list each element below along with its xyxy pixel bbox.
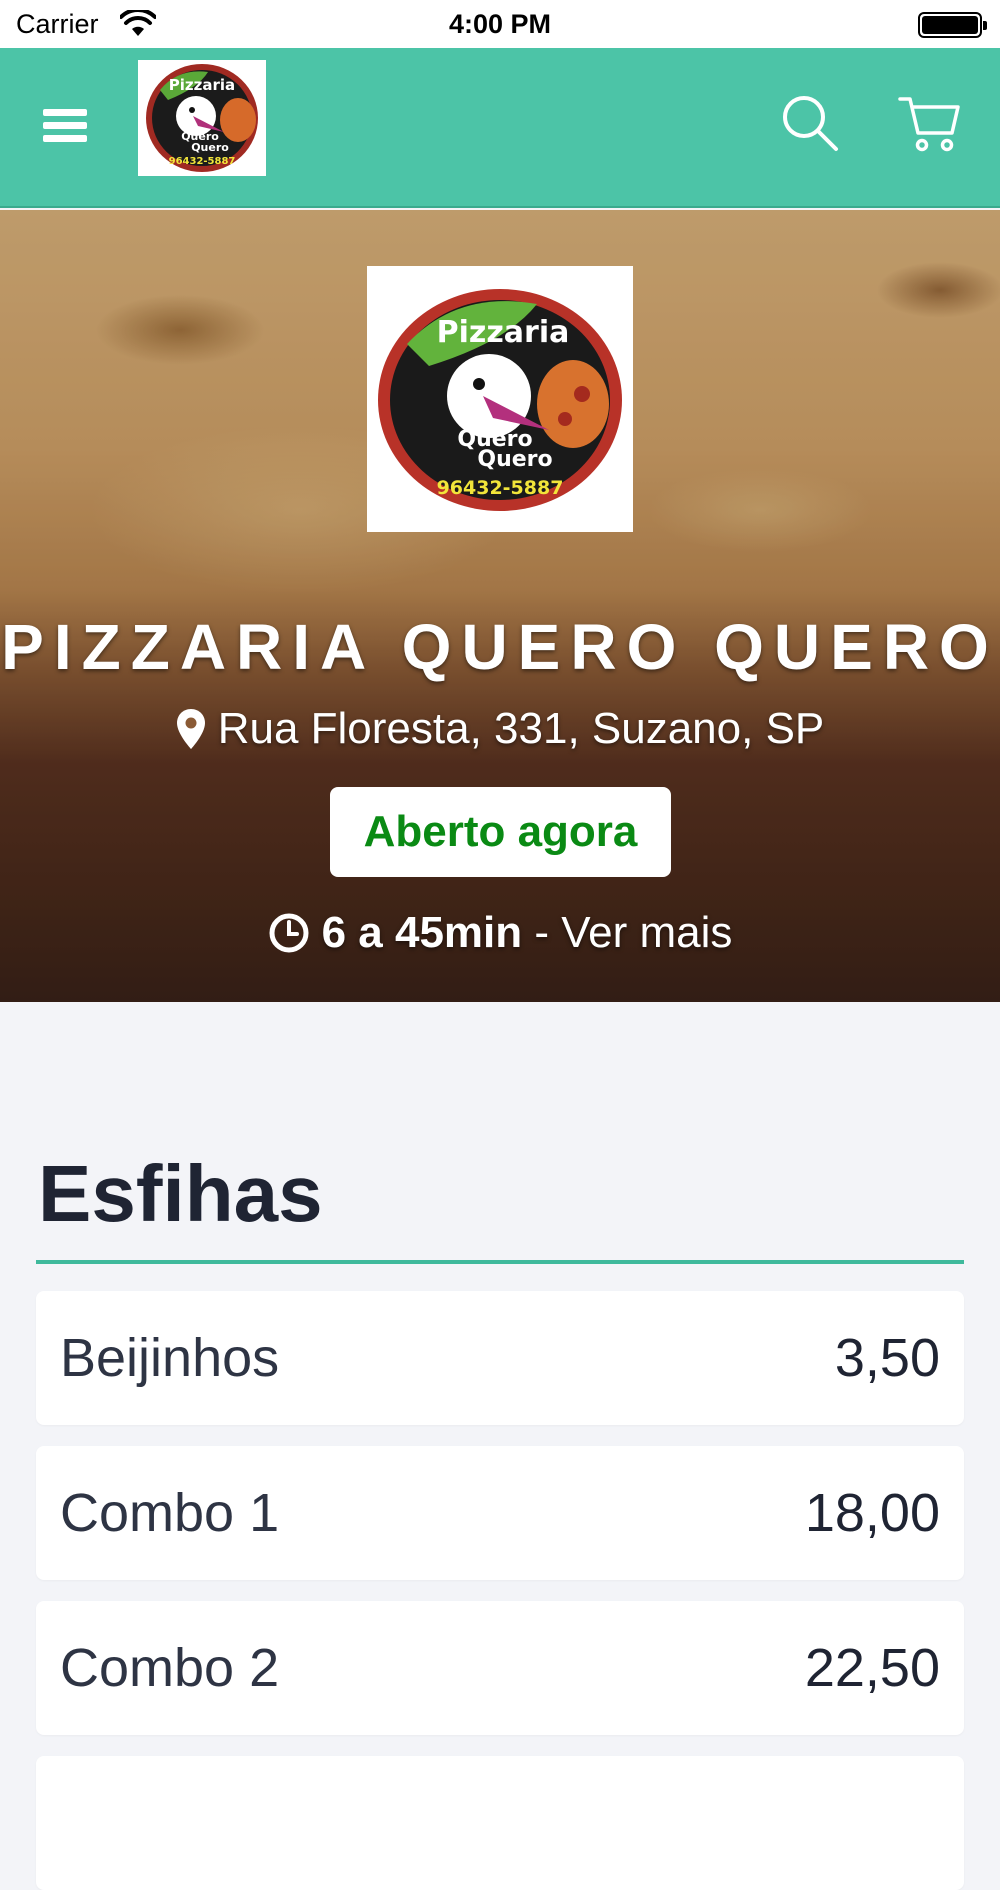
- store-name: PIZZARIA QUERO QUERO: [1, 611, 999, 683]
- menu-item-name: Combo 1: [60, 1483, 280, 1543]
- logo-image: Pizzaria Quero Quero 96432-5887: [146, 64, 258, 172]
- svg-text:96432-5887: 96432-5887: [169, 156, 236, 167]
- battery-icon: [918, 12, 987, 38]
- clock-icon: [269, 913, 309, 953]
- svg-text:Pizzaria: Pizzaria: [437, 315, 570, 350]
- svg-text:Quero: Quero: [477, 447, 552, 472]
- menu-item-name: Combo 2: [60, 1638, 280, 1698]
- menu-button[interactable]: [34, 98, 96, 152]
- delivery-time: 6 a 45min: [321, 908, 523, 957]
- store-logo-image: Pizzaria Quero Quero 96432-5887: [378, 289, 622, 511]
- store-hero: Pizzaria Quero Quero 96432-5887 PIZZARIA…: [0, 210, 1000, 1002]
- svg-text:96432-5887: 96432-5887: [437, 477, 564, 499]
- search-button[interactable]: [780, 93, 840, 153]
- clock: 4:00 PM: [448, 9, 552, 39]
- svg-text:Pizzaria: Pizzaria: [169, 76, 235, 94]
- menu-item[interactable]: Beijinhos 3,50: [36, 1291, 964, 1425]
- menu-item-price: 22,50: [804, 1638, 940, 1698]
- menu-item[interactable]: Combo 2 22,50: [36, 1601, 964, 1735]
- menu-item-partial[interactable]: [36, 1756, 964, 1890]
- search-icon: [783, 96, 838, 151]
- cart-icon: [898, 97, 960, 152]
- status-badge: Aberto agora: [330, 787, 671, 877]
- location-pin-icon: [176, 709, 205, 749]
- menu-icon: [43, 108, 87, 116]
- store-logo: Pizzaria Quero Quero 96432-5887: [367, 266, 633, 532]
- menu-item-price: 18,00: [804, 1483, 940, 1543]
- delivery-time-link[interactable]: 6 a 45min - Ver mais: [0, 908, 1000, 958]
- cart-button[interactable]: [898, 93, 962, 153]
- header-logo[interactable]: Pizzaria Quero Quero 96432-5887: [138, 60, 266, 176]
- section-title: Esfihas: [38, 1149, 323, 1238]
- see-more-link[interactable]: Ver mais: [561, 908, 732, 957]
- menu-item-price: 3,50: [834, 1328, 940, 1388]
- menu-item-name: Beijinhos: [60, 1328, 280, 1388]
- address-text: Rua Floresta, 331, Suzano, SP: [217, 704, 825, 753]
- status-bar: Carrier 4:00 PM: [0, 0, 1000, 48]
- store-address: Rua Floresta, 331, Suzano, SP: [0, 704, 1000, 754]
- app-header: Pizzaria Quero Quero 96432-5887: [0, 48, 1000, 208]
- section-divider: [36, 1260, 964, 1264]
- menu-item[interactable]: Combo 1 18,00: [36, 1446, 964, 1580]
- svg-text:Quero: Quero: [191, 141, 229, 154]
- separator: -: [522, 908, 562, 957]
